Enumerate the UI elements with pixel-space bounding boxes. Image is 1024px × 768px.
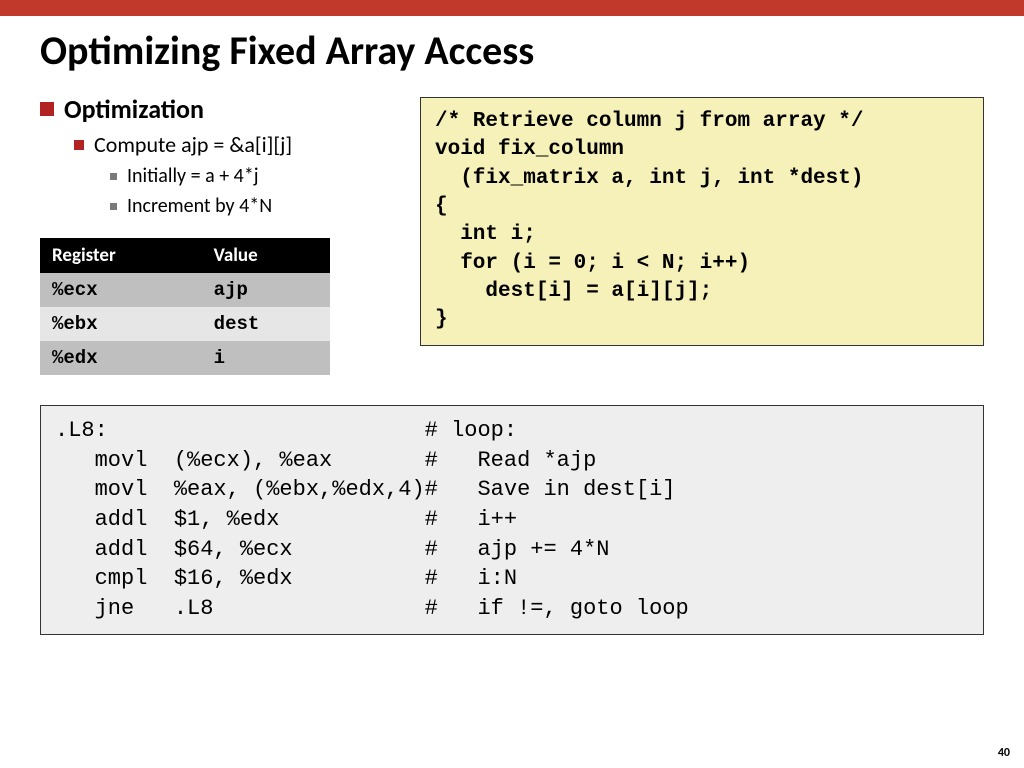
- table-cell: %edx: [40, 341, 202, 375]
- header-bar: [0, 0, 1024, 16]
- table-header: Register: [40, 238, 202, 273]
- bullet-level-1: Optimization: [40, 93, 390, 125]
- bullet-level-3: Initially = a + 4*j: [110, 164, 390, 188]
- table-cell: ajp: [202, 273, 330, 307]
- content-columns: Optimization Compute ajp = &a[i][j] Init…: [40, 93, 984, 375]
- bullet-text: Increment by 4*N: [127, 194, 272, 218]
- square-bullet-icon: [110, 203, 117, 210]
- left-column: Optimization Compute ajp = &a[i][j] Init…: [40, 93, 390, 375]
- bullet-level-3: Increment by 4*N: [110, 194, 390, 218]
- table-cell: i: [202, 341, 330, 375]
- assembly-code-block: .L8: # loop: movl (%ecx), %eax # Read *a…: [40, 405, 984, 635]
- table-header: Value: [202, 238, 330, 273]
- table-cell: %ebx: [40, 307, 202, 341]
- register-table: Register Value %ecx ajp %ebx dest %edx: [40, 238, 330, 375]
- bullet-text: Initially = a + 4*j: [127, 164, 259, 188]
- table-row: %ebx dest: [40, 307, 330, 341]
- table-row: %edx i: [40, 341, 330, 375]
- right-column: /* Retrieve column j from array */ void …: [420, 93, 984, 346]
- table-cell: dest: [202, 307, 330, 341]
- bullet-text: Optimization: [64, 93, 204, 125]
- c-code-block: /* Retrieve column j from array */ void …: [420, 97, 984, 346]
- table-header-row: Register Value: [40, 238, 330, 273]
- square-bullet-icon: [110, 173, 117, 180]
- slide-body: Optimizing Fixed Array Access Optimizati…: [0, 16, 1024, 635]
- square-bullet-icon: [74, 140, 84, 150]
- table-row: %ecx ajp: [40, 273, 330, 307]
- bullet-text: Compute ajp = &a[i][j]: [94, 131, 292, 158]
- page-number: 40: [998, 746, 1010, 760]
- bullet-level-2: Compute ajp = &a[i][j]: [74, 131, 390, 158]
- slide-title: Optimizing Fixed Array Access: [40, 26, 984, 75]
- square-bullet-icon: [40, 102, 54, 116]
- table-cell: %ecx: [40, 273, 202, 307]
